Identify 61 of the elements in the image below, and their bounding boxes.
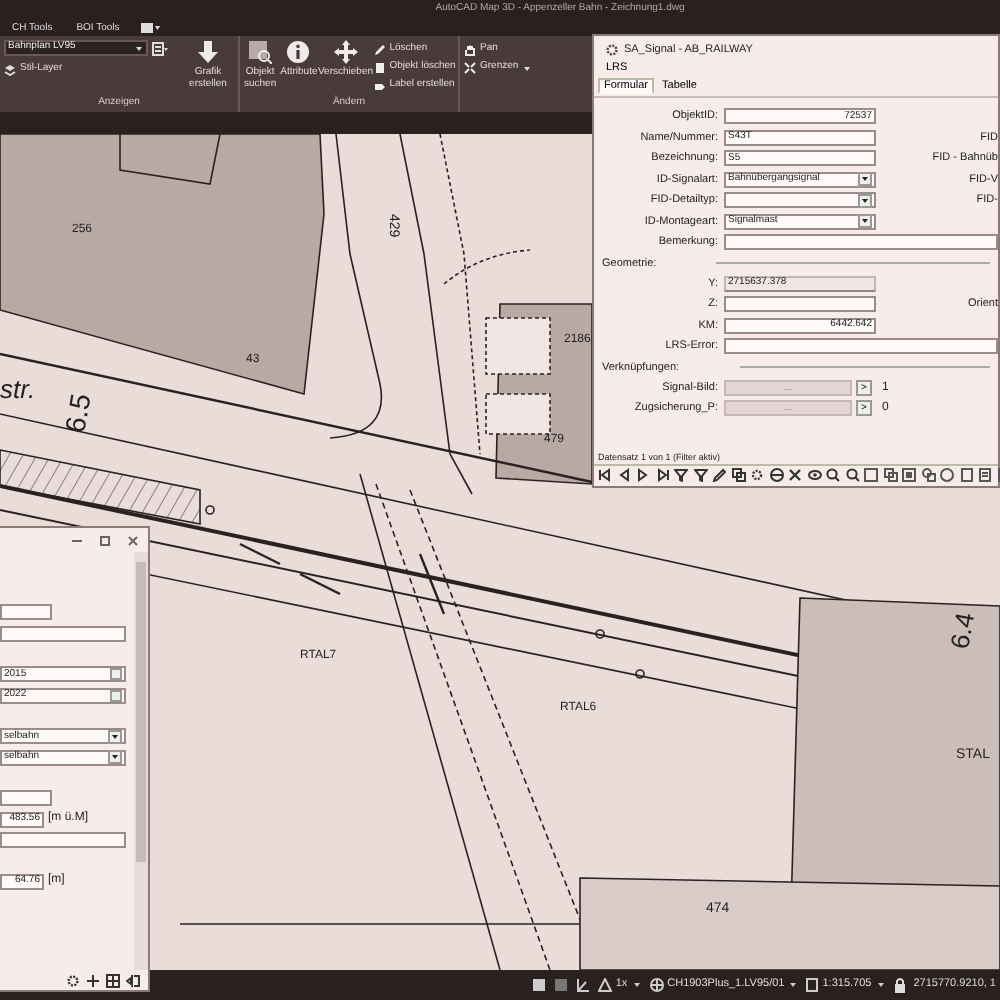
grid-icon[interactable] — [106, 973, 120, 987]
close-icon[interactable] — [128, 535, 138, 545]
pencil-icon — [373, 44, 386, 56]
square-icon[interactable] — [864, 468, 878, 482]
arrow-down-icon — [196, 40, 220, 64]
delete-icon[interactable] — [788, 468, 802, 482]
previous-icon[interactable] — [617, 468, 631, 482]
square-icon[interactable] — [902, 468, 916, 482]
lock-icon[interactable] — [893, 977, 906, 993]
first-record-icon[interactable] — [598, 468, 612, 482]
tag-icon — [373, 80, 386, 92]
caret-icon[interactable] — [134, 43, 144, 53]
dashed-arc — [443, 249, 531, 285]
zoom-out-icon[interactable] — [845, 468, 859, 482]
window-icon[interactable] — [139, 21, 160, 33]
document-icon[interactable] — [978, 468, 992, 482]
text-field[interactable] — [724, 296, 876, 313]
copy-icon[interactable] — [883, 468, 897, 482]
document-icon — [373, 62, 386, 74]
gear-icon[interactable] — [66, 973, 80, 987]
text-field[interactable] — [0, 604, 52, 621]
angle-icon[interactable] — [575, 978, 590, 992]
caret-icon[interactable] — [522, 63, 533, 73]
document-icon[interactable] — [959, 468, 973, 482]
caret-icon[interactable] — [631, 980, 642, 990]
search-icon — [248, 40, 273, 64]
caret-icon[interactable] — [875, 980, 886, 990]
list-icon[interactable] — [152, 41, 168, 55]
shapes-icon[interactable] — [921, 468, 935, 482]
text-field[interactable] — [0, 790, 52, 807]
document-icon — [806, 978, 819, 992]
gear-icon[interactable] — [750, 468, 764, 482]
arrows-icon[interactable] — [86, 973, 100, 987]
text-field[interactable] — [724, 234, 998, 251]
copy-icon[interactable] — [731, 468, 745, 482]
point-mark — [595, 629, 605, 639]
layers-icon — [4, 64, 16, 76]
caret-icon[interactable] — [788, 980, 799, 990]
text-field[interactable] — [724, 338, 998, 355]
last-record-icon[interactable] — [655, 468, 669, 482]
scrollbar[interactable] — [134, 552, 148, 970]
point-mark — [635, 669, 645, 679]
text-field[interactable] — [0, 832, 126, 849]
map-label: 6.4 — [944, 610, 981, 652]
zoom-in-icon[interactable] — [826, 468, 840, 482]
minimize-icon[interactable] — [72, 535, 82, 545]
map-label: 6.5 — [58, 391, 97, 436]
triangle-icon — [597, 978, 612, 992]
point-mark — [205, 505, 215, 515]
pencil-icon[interactable] — [712, 468, 726, 482]
circle-icon[interactable] — [940, 468, 954, 482]
text-field[interactable] — [0, 625, 126, 642]
exit-icon[interactable] — [126, 973, 140, 987]
gear-icon — [606, 44, 618, 57]
extents-icon — [464, 62, 476, 74]
eye-icon[interactable] — [807, 468, 821, 482]
next-icon[interactable] — [636, 468, 650, 482]
move-icon — [333, 40, 358, 64]
maximize-icon[interactable] — [100, 535, 110, 545]
map-label: str. — [0, 374, 36, 404]
dashed-outline — [485, 317, 551, 435]
